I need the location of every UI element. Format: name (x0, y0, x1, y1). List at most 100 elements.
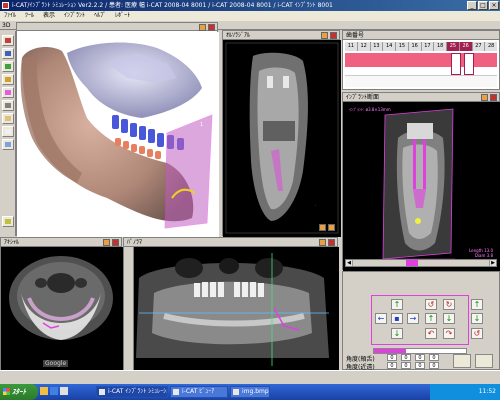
start-button[interactable]: ｽﾀｰﾄ (0, 384, 38, 400)
bone-tool-button[interactable] (2, 113, 14, 124)
three-d-panel-label: 3D (2, 22, 11, 29)
implant-marker[interactable] (451, 53, 461, 75)
move-right-button[interactable]: → (407, 313, 419, 324)
implant-slice-scrollbar[interactable]: ◀ ▶ (345, 259, 497, 267)
pan-tool-button[interactable] (2, 48, 14, 59)
axial-view[interactable]: ｱｷｼｬﾙ Google (0, 237, 123, 371)
cross-section-view[interactable]: ｵﾙｿﾗｼﾞｱﾙ . (222, 30, 341, 237)
menu-view[interactable]: 表示 (43, 11, 55, 21)
menu-file[interactable]: ﾌｧｲﾙ (4, 11, 16, 21)
scroll-right-arrow[interactable]: ▶ (489, 260, 496, 266)
angle-value[interactable]: 0 (401, 362, 411, 369)
mandible-3d-render: 1 (17, 32, 219, 237)
tooth-chart-panel: 歯番号 11 12 13 14 15 16 17 18 25 26 27 28 (342, 30, 500, 90)
system-tray: 11:52 (430, 384, 500, 400)
rotate-cw-button[interactable]: ↻ (443, 299, 455, 310)
spin-right-button[interactable]: ↷ (443, 328, 455, 339)
implant-tool-button[interactable] (2, 100, 14, 111)
nerve-tool-button[interactable] (2, 87, 14, 98)
move-down-button[interactable]: ↓ (391, 328, 403, 339)
cross-section-mini-controls (319, 224, 335, 231)
move-left-button[interactable]: ← (375, 313, 387, 324)
angle-value[interactable]: 0 (429, 362, 439, 369)
undo-button[interactable] (475, 354, 493, 368)
cross-section-next-button[interactable] (328, 224, 335, 231)
tooth-number[interactable]: 27 (472, 42, 486, 51)
settings-tool-button[interactable] (2, 216, 14, 227)
rotate-ccw-button[interactable]: ↺ (425, 299, 437, 310)
tooth-number[interactable]: 13 (370, 42, 384, 51)
tooth-number-selected[interactable]: 25 (447, 42, 460, 51)
taskbar-app-image[interactable]: img.bmp (230, 386, 270, 398)
angle-value[interactable]: 0 (415, 354, 425, 361)
ruler-icon (5, 77, 11, 82)
angle-value[interactable]: 0 (429, 354, 439, 361)
tooth-number[interactable]: 11 (345, 42, 358, 51)
tooth-number-selected[interactable]: 26 (459, 42, 473, 51)
google-watermark: Google (43, 360, 69, 367)
cross-section-prev-button[interactable] (319, 224, 326, 231)
tilt-down-button[interactable]: ↓ (443, 313, 455, 324)
maximize-button[interactable]: □ (478, 1, 488, 10)
desktop-icon[interactable] (60, 387, 68, 395)
menu-implant[interactable]: ｲﾝﾌﾟﾗﾝﾄ (64, 11, 85, 21)
rotate-tool-button[interactable] (2, 35, 14, 46)
tooth-number[interactable]: 17 (421, 42, 435, 51)
tooth-number[interactable]: 15 (396, 42, 409, 51)
axial-image (1, 247, 123, 371)
scroll-thumb[interactable] (406, 260, 418, 266)
window-title-bar: i-CAT/ｲﾝﾌﾟﾗﾝﾄ ｼﾐｭﾚｰｼｮﾝ Ver2.2.2 / 患者: 医療… (0, 0, 500, 11)
zoom-tool-button[interactable] (2, 61, 14, 72)
cross-section-image: . (223, 40, 341, 237)
extra-down-button[interactable]: ↓ (471, 313, 483, 324)
implant-scale-readout: Length 13.0 Diam 3.8 (469, 248, 493, 258)
nerve-icon (5, 90, 11, 95)
implant-marker[interactable] (464, 53, 474, 75)
svg-text:.: . (315, 202, 316, 207)
rotate-icon (5, 38, 11, 43)
angle-value[interactable]: 0 (401, 354, 411, 361)
measure-tool-button[interactable] (2, 74, 14, 85)
depth-slider-fill (374, 349, 407, 353)
gear-icon (5, 219, 11, 224)
close-button[interactable]: × (489, 1, 499, 10)
extra-rotate-button[interactable]: ↺ (471, 328, 483, 339)
taskbar-app-implant[interactable]: i-CAT ｲﾝﾌﾟﾗﾝﾄ ｼﾐｭﾚｰｼｮﾝ (96, 386, 168, 398)
folder-icon[interactable] (40, 387, 48, 395)
menu-help[interactable]: ﾍﾙﾌﾟ (94, 11, 106, 21)
bone-icon (5, 116, 11, 121)
panoramic-view[interactable]: ﾊﾟﾉﾗﾏ (123, 237, 339, 371)
angle-value[interactable]: 0 (387, 354, 397, 361)
crown-tool-button[interactable] (2, 139, 14, 150)
window-title: i-CAT/ｲﾝﾌﾟﾗﾝﾄ ｼﾐｭﾚｰｼｮﾝ Ver2.2.2 / 患者: 医療… (12, 2, 333, 9)
browser-icon[interactable] (50, 387, 58, 395)
spin-left-button[interactable]: ↶ (425, 328, 437, 339)
tooth-number[interactable]: 16 (408, 42, 422, 51)
implant-overlay-text: ｲﾝﾌﾟﾗﾝﾄ: ø3.8×13mm (349, 107, 391, 112)
taskbar: ｽﾀｰﾄ i-CAT ｲﾝﾌﾟﾗﾝﾄ ｼﾐｭﾚｰｼｮﾝ i-CAT ﾋﾞｭｰｱ … (0, 384, 500, 400)
menu-bar: ﾌｧｲﾙ ﾂｰﾙ 表示 ｲﾝﾌﾟﾗﾝﾄ ﾍﾙﾌﾟ ﾚﾎﾟｰﾄ (0, 11, 500, 21)
tooth-number[interactable]: 14 (383, 42, 396, 51)
tooth-number[interactable]: 18 (434, 42, 447, 51)
implant-section-view[interactable]: ｲﾝﾌﾟﾗﾝﾄ断面 ｲﾝﾌﾟﾗﾝﾄ: ø3.8×13mm Length 13.0… (342, 92, 500, 271)
tilt-up-button[interactable]: ↑ (425, 313, 437, 324)
status-bar (0, 370, 500, 384)
move-up-button[interactable]: ↑ (391, 299, 403, 310)
tooth-chart-title: 歯番号 (346, 32, 365, 39)
taskbar-app-viewer[interactable]: i-CAT ﾋﾞｭｰｱ (170, 386, 228, 398)
menu-report[interactable]: ﾚﾎﾟｰﾄ (115, 11, 130, 21)
minimize-button[interactable]: _ (467, 1, 477, 10)
apply-button[interactable] (453, 354, 471, 368)
three-d-view[interactable]: 1 (16, 22, 219, 237)
extra-up-button[interactable]: ↑ (471, 299, 483, 310)
move-center-button[interactable]: ▪ (391, 313, 403, 324)
tooth-number[interactable]: 12 (357, 42, 371, 51)
angle-value[interactable]: 0 (387, 362, 397, 369)
scroll-left-arrow[interactable]: ◀ (346, 260, 353, 266)
menu-tools[interactable]: ﾂｰﾙ (25, 11, 34, 21)
tooth-number[interactable]: 28 (485, 42, 497, 51)
angle-value[interactable]: 0 (415, 362, 425, 369)
zoom-icon (5, 64, 11, 69)
tooth-chart-lower-row (345, 75, 497, 87)
tooth-tool-button[interactable] (2, 126, 14, 137)
